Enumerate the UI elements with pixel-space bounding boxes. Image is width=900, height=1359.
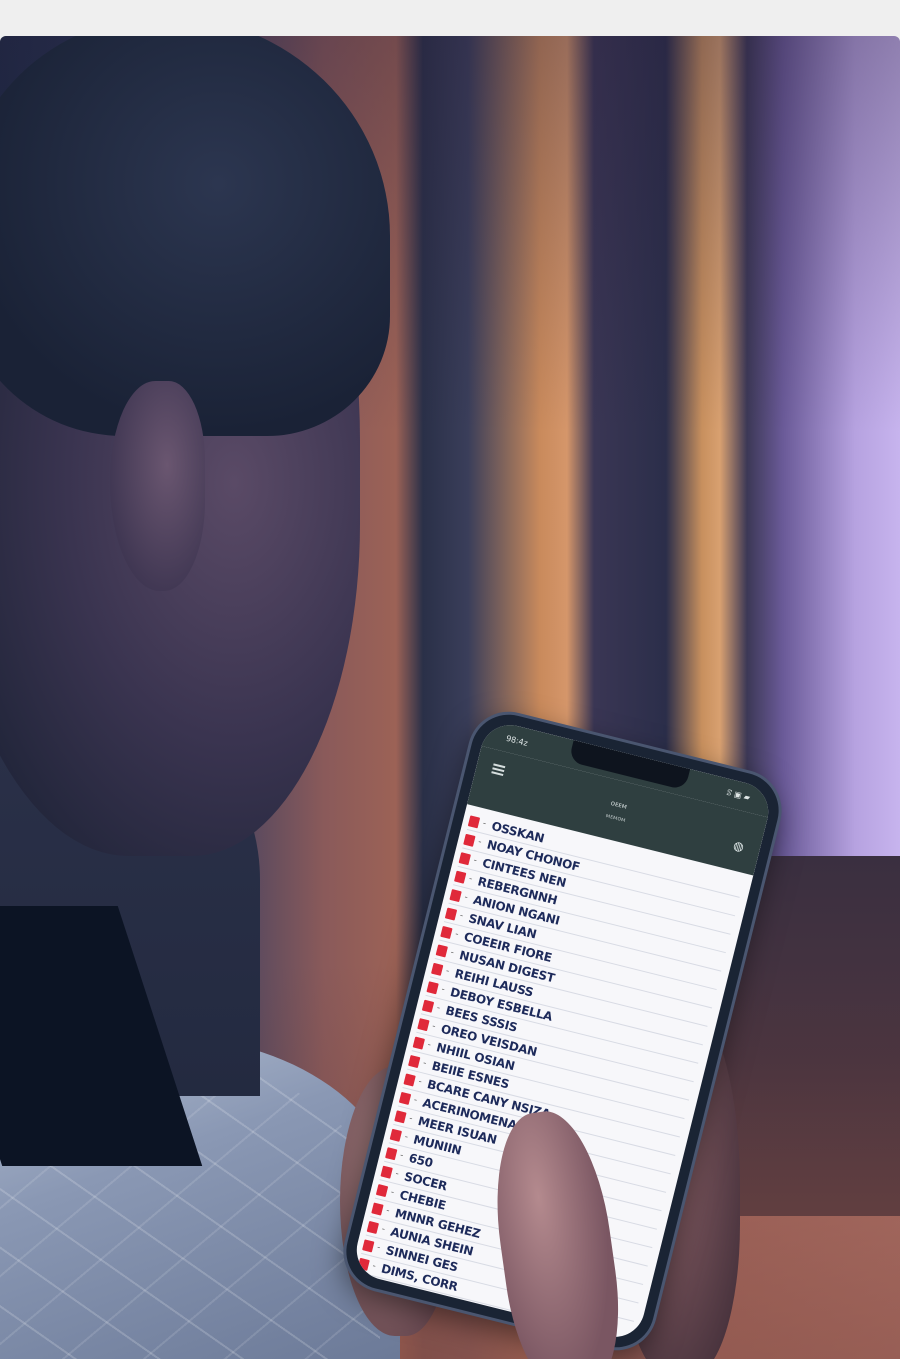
flag-icon xyxy=(467,814,481,828)
separator: - xyxy=(467,874,474,885)
separator: - xyxy=(403,1132,410,1143)
flag-icon xyxy=(389,1128,403,1142)
separator: - xyxy=(371,1261,377,1272)
separator: - xyxy=(458,910,465,922)
flag-icon xyxy=(454,870,467,884)
flag-icon xyxy=(463,833,476,847)
flag-icon xyxy=(362,1238,375,1252)
flag-icon xyxy=(380,1165,393,1179)
status-icons: ꕷ ▣ ▰ xyxy=(725,787,752,803)
separator: - xyxy=(412,1095,419,1106)
separator: - xyxy=(417,1076,423,1088)
separator: - xyxy=(394,1168,400,1180)
separator: - xyxy=(449,947,456,959)
separator: - xyxy=(463,892,469,903)
hair xyxy=(0,36,390,436)
separator: - xyxy=(421,1058,428,1069)
separator: - xyxy=(477,837,483,848)
separator: - xyxy=(454,929,460,940)
flag-icon xyxy=(385,1146,398,1160)
flag-icon xyxy=(449,888,462,902)
status-time: 98:4z xyxy=(505,733,529,748)
flag-icon xyxy=(357,1257,370,1271)
list-item-label: 650 xyxy=(407,1150,435,1171)
separator: - xyxy=(398,1150,405,1162)
flag-icon xyxy=(417,1017,430,1031)
separator: - xyxy=(380,1224,387,1235)
separator: - xyxy=(444,966,451,977)
separator: - xyxy=(431,1021,437,1032)
flag-icon xyxy=(444,907,458,921)
app-title: ᴏᴇᴇᴍ xyxy=(610,798,628,811)
flag-icon xyxy=(403,1072,416,1087)
separator: - xyxy=(408,1113,414,1125)
flag-icon xyxy=(426,980,439,994)
flag-icon xyxy=(408,1054,421,1068)
hamburger-menu-icon[interactable] xyxy=(491,763,506,777)
separator: - xyxy=(440,984,446,996)
separator: - xyxy=(426,1039,433,1051)
flag-icon xyxy=(440,925,453,939)
separator: - xyxy=(389,1187,396,1198)
flag-icon xyxy=(435,943,449,957)
flag-icon xyxy=(371,1201,384,1216)
camera-icon[interactable]: ◍ xyxy=(732,838,746,854)
flag-icon xyxy=(398,1091,412,1105)
separator: - xyxy=(481,818,488,830)
flag-icon xyxy=(421,999,435,1013)
flag-icon xyxy=(412,1036,426,1050)
ear xyxy=(110,381,205,591)
flag-icon xyxy=(394,1109,407,1123)
separator: - xyxy=(472,855,478,867)
separator: - xyxy=(385,1205,391,1217)
photo: 98:4z ꕷ ▣ ▰ ᴏᴇᴇᴍ ᴍᴇᴍᴏᴍ ◍ - OSSKAN - NOAY CH… xyxy=(0,36,900,1359)
separator: - xyxy=(435,1003,442,1014)
flag-icon xyxy=(366,1220,380,1234)
separator: - xyxy=(375,1242,382,1254)
app-subtitle: ᴍᴇᴍᴏᴍ xyxy=(605,811,627,824)
flag-icon xyxy=(431,962,444,976)
flag-icon xyxy=(458,851,472,865)
flag-icon xyxy=(375,1183,389,1197)
